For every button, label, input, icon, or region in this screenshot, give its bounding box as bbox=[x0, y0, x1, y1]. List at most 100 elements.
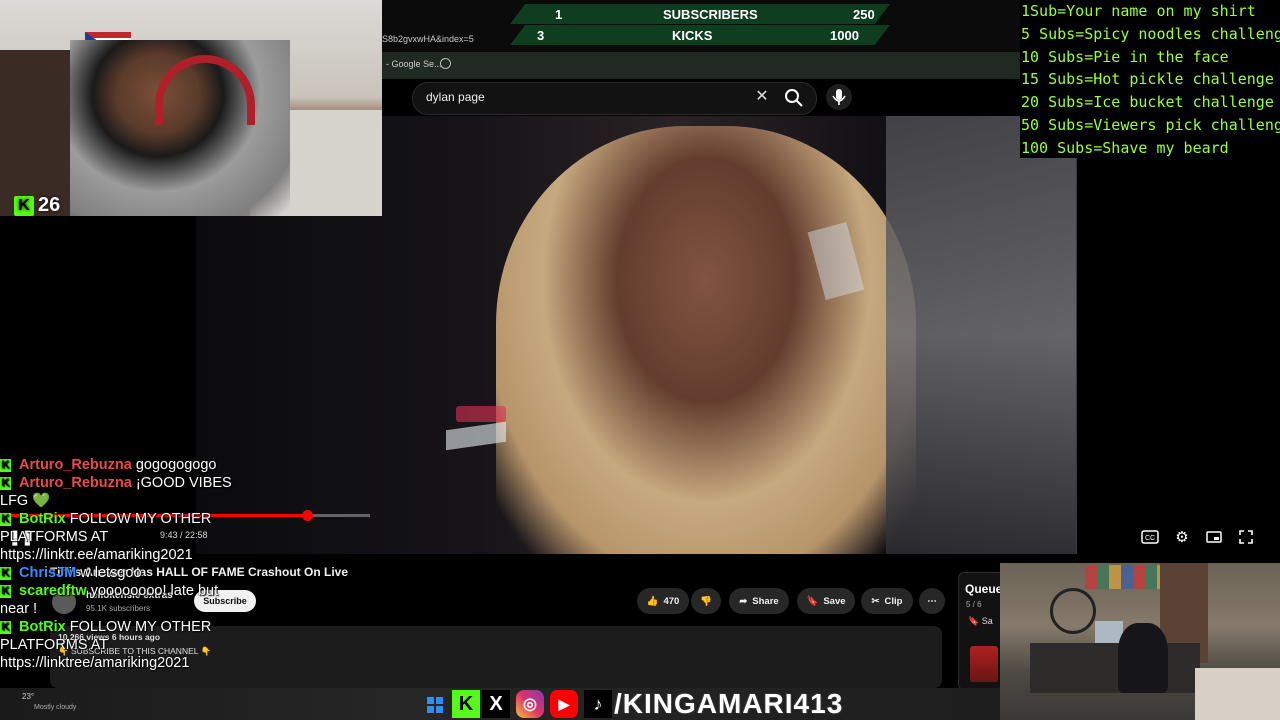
windows-start-icon[interactable] bbox=[427, 697, 443, 713]
sub-goal: 50 Subs=Viewers pick challenge bbox=[1021, 115, 1280, 134]
chat-message: LFG 💚 bbox=[0, 492, 380, 510]
sub-goal: 10 Subs=Pie in the face bbox=[1021, 47, 1229, 66]
more-options-button[interactable]: ⋯ bbox=[919, 588, 945, 614]
goal-count: 3 bbox=[537, 28, 545, 43]
weather-temp[interactable]: 23° bbox=[22, 692, 34, 701]
chat-text: https://linktr.ee/amariking2021 bbox=[0, 547, 193, 563]
goals-overlay: 1 SUBSCRIBERS 250 3 KICKS 1000 bbox=[382, 0, 1020, 48]
kick-logo-icon: K bbox=[14, 195, 34, 216]
room-person bbox=[1118, 623, 1168, 693]
save-label: Save bbox=[823, 595, 846, 607]
like-button[interactable]: 👍 470 bbox=[637, 588, 689, 614]
globe-icon bbox=[440, 58, 451, 69]
svg-text:CC: CC bbox=[1145, 535, 1155, 542]
sub-goal: 5 Subs=Spicy noodles challenge bbox=[1021, 24, 1280, 43]
kick-badge-icon: K bbox=[0, 458, 11, 472]
chat-overlay: K Arturo_Rebuzna gogogogogo K Arturo_Rebuzn… bbox=[0, 456, 380, 672]
kick-count-value: 26 bbox=[38, 194, 61, 216]
video-foreground-blur bbox=[886, 116, 1076, 554]
save-button[interactable]: 🔖 Save bbox=[797, 588, 855, 614]
chat-username[interactable]: Arturo_Rebuzna bbox=[19, 457, 132, 473]
chat-username[interactable]: ChrisJM bbox=[19, 565, 76, 581]
like-count: 470 bbox=[663, 595, 680, 607]
chat-text: FOLLOW MY OTHER bbox=[69, 619, 212, 635]
chat-text: https://linktree/amariking2021 bbox=[0, 655, 190, 671]
bookmark-icon: 🔖 bbox=[806, 595, 819, 607]
chat-message: https://linktr.ee/amariking2021 bbox=[0, 546, 380, 564]
room-camera bbox=[1000, 563, 1280, 720]
search-query: dylan page bbox=[426, 90, 485, 104]
chat-text: LFG 💚 bbox=[0, 493, 51, 509]
chat-text: gogogogogo bbox=[135, 457, 217, 473]
queue-save-label: Sa bbox=[981, 616, 993, 626]
chat-message: Kscaredftw yoooooooo! late but bbox=[0, 582, 380, 600]
chat-message: K Arturo_Rebuzna gogogogogo bbox=[0, 456, 380, 474]
queue-save[interactable]: 🔖 Sa bbox=[968, 616, 993, 627]
share-label: Share bbox=[752, 595, 779, 607]
streamer-handle: /KINGAMARI413 bbox=[614, 688, 844, 719]
microphone-icon[interactable] bbox=[826, 84, 852, 110]
google-bookmark[interactable]: - Google Se... bbox=[386, 59, 442, 69]
tiktok-icon: ♪ bbox=[584, 690, 612, 718]
queue-thumbnail[interactable] bbox=[970, 646, 998, 682]
chat-message: K BotRix FOLLOW MY OTHER bbox=[0, 618, 380, 636]
search-icon[interactable] bbox=[782, 86, 806, 110]
goal-label: KICKS bbox=[672, 28, 713, 43]
chat-message: K BotRix FOLLOW MY OTHER bbox=[0, 510, 380, 528]
room-bed bbox=[1195, 668, 1280, 720]
clip-button[interactable]: ✂ Clip bbox=[861, 588, 913, 614]
close-icon[interactable]: ✕ bbox=[753, 88, 771, 106]
more-icon: ⋯ bbox=[927, 595, 937, 607]
streamer-webcam bbox=[0, 0, 382, 216]
clip-label: Clip bbox=[884, 595, 903, 607]
goal-label: SUBSCRIBERS bbox=[663, 7, 758, 22]
chat-username[interactable]: BotRix bbox=[19, 511, 66, 527]
share-icon: ➦ bbox=[739, 595, 748, 607]
sub-goal: 100 Subs=Shave my beard bbox=[1021, 138, 1229, 157]
chat-message: near ! bbox=[0, 600, 380, 618]
chat-username[interactable]: scaredftw bbox=[19, 583, 87, 599]
chat-text: FOLLOW MY OTHER bbox=[69, 511, 212, 527]
chat-message: PLATFORMS AT bbox=[0, 636, 380, 654]
kick-badge-icon: K bbox=[0, 620, 11, 634]
browser-address-bar[interactable] bbox=[382, 52, 1020, 79]
sub-goal: 20 Subs=Ice bucket challenge bbox=[1021, 93, 1274, 112]
goal-row-kicks: 3 KICKS 1000 bbox=[510, 25, 890, 45]
chat-username[interactable]: Arturo_Rebuzna bbox=[19, 475, 132, 491]
thumbs-down-icon: 👎 bbox=[700, 595, 712, 607]
chat-text: ¡GOOD VIBES bbox=[135, 475, 232, 491]
goal-row-subscribers: 1 SUBSCRIBERS 250 bbox=[510, 4, 890, 24]
chat-message: https://linktree/amariking2021 bbox=[0, 654, 380, 672]
chat-message: PLATFORMS AT bbox=[0, 528, 380, 546]
goal-target: 1000 bbox=[830, 28, 859, 43]
sub-goals-list: 1Sub=Your name on my shirt 5 Subs=Spicy … bbox=[1020, 0, 1280, 158]
chat-text: PLATFORMS AT bbox=[0, 529, 109, 545]
fullscreen-icon[interactable] bbox=[1235, 527, 1257, 547]
kick-badge-icon: K bbox=[0, 476, 11, 490]
bicycle-wheel bbox=[1050, 588, 1096, 634]
kick-badge-icon: K bbox=[0, 584, 11, 598]
captions-icon[interactable]: CC bbox=[1139, 527, 1161, 547]
chat-message: K Arturo_Rebuzna ¡GOOD VIBES bbox=[0, 474, 380, 492]
kick-logo-icon: K bbox=[452, 690, 480, 718]
scissors-icon: ✂ bbox=[871, 595, 880, 607]
chat-text: near ! bbox=[0, 601, 38, 617]
sub-goal: 15 Subs=Hot pickle challenge bbox=[1021, 70, 1274, 89]
kick-badge-icon: K bbox=[0, 566, 11, 580]
chat-username[interactable]: BotRix bbox=[19, 619, 66, 635]
kick-viewer-count: K 26 bbox=[14, 194, 60, 217]
instagram-icon: ◎ bbox=[516, 690, 544, 718]
share-button[interactable]: ➦ Share bbox=[729, 588, 789, 614]
chat-text: PLATFORMS AT bbox=[0, 637, 109, 653]
miniplayer-icon[interactable] bbox=[1203, 527, 1225, 547]
gear-icon[interactable]: ⚙ bbox=[1171, 527, 1193, 547]
goal-count: 1 bbox=[555, 7, 563, 22]
room-desk bbox=[1030, 643, 1200, 693]
dislike-button[interactable]: 👎 bbox=[691, 588, 721, 614]
x-logo-icon: X bbox=[482, 690, 510, 718]
sub-goal: 1Sub=Your name on my shirt bbox=[1021, 2, 1256, 20]
video-subject bbox=[496, 126, 916, 554]
video-neon-light bbox=[456, 406, 506, 422]
queue-count: 5 / 6 bbox=[966, 600, 982, 609]
chat-text: w letsgoo bbox=[80, 565, 142, 581]
